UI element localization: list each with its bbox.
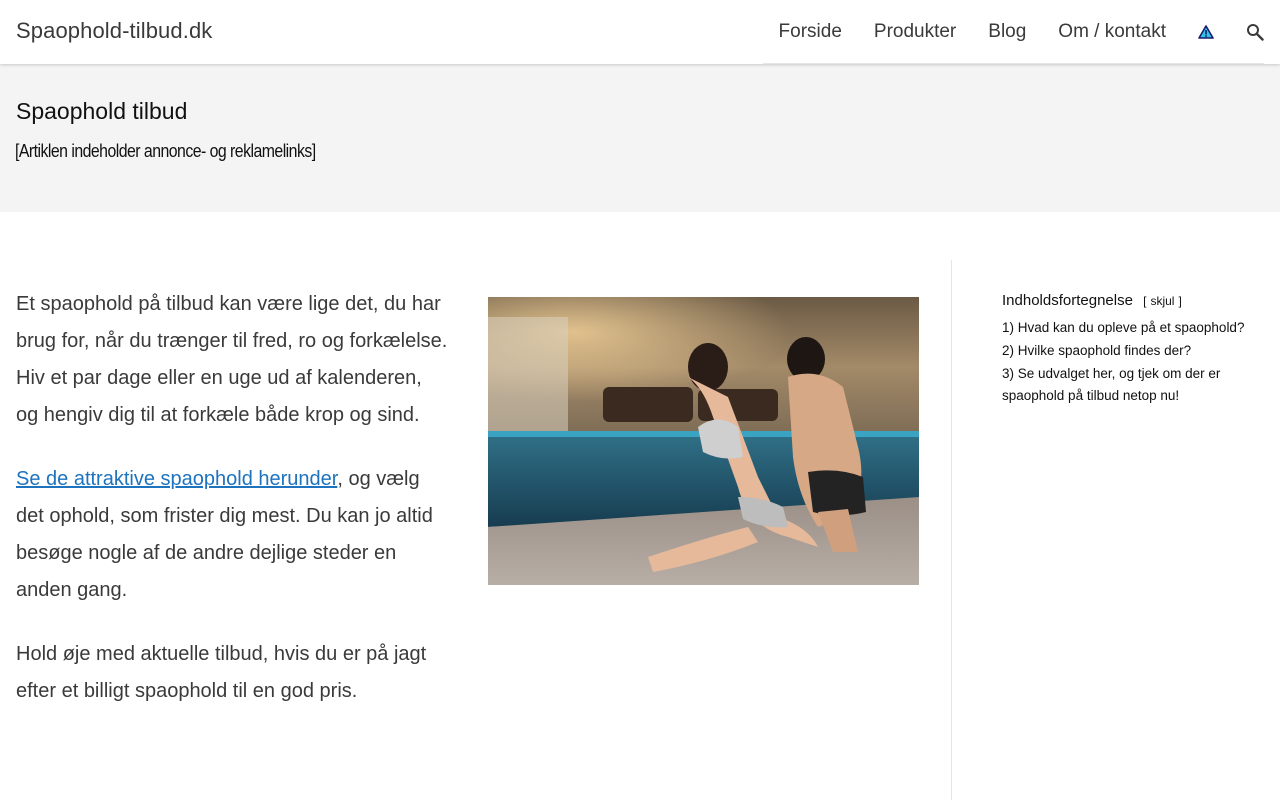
site-title-link[interactable]: Spaophold-tilbud.dk [16, 18, 212, 44]
toc-link-2[interactable]: 2) Hvilke spaophold findes der? [1002, 343, 1191, 358]
toc-item: 1) Hvad kan du opleve på et spaophold? [1002, 317, 1252, 339]
toc-item-text: Hvilke spaophold findes der? [1017, 343, 1192, 358]
toc-list: 1) Hvad kan du opleve på et spaophold? 2… [1002, 317, 1252, 407]
nav-item-produkter[interactable]: Produkter [858, 0, 972, 63]
spa-couple-photo [488, 297, 919, 585]
article-body: Et spaophold på tilbud kan være lige det… [16, 286, 448, 737]
site-header: Spaophold-tilbud.dk Forside Produkter Bl… [0, 0, 1280, 64]
nav-item-om-kontakt[interactable]: Om / kontakt [1042, 0, 1182, 63]
page-hero: Spaophold tilbud [Artiklen indeholder an… [0, 64, 1280, 212]
nav-item-blog[interactable]: Blog [972, 0, 1042, 63]
nav-item-forside[interactable]: Forside [763, 0, 858, 63]
toc-item-number: 3) [1002, 366, 1015, 381]
toc-item-text: Se udvalget her, og tjek om der er spaop… [1002, 366, 1221, 403]
see-offers-link[interactable]: Se de attraktive spaophold herunder [16, 468, 337, 490]
sidebar-divider [951, 260, 952, 800]
toc-link-3[interactable]: 3) Se udvalget her, og tjek om der er sp… [1002, 366, 1220, 403]
toc-toggle-close-bracket: ] [1178, 294, 1182, 308]
deals-paragraph: Hold øje med aktuelle tilbud, hvis du er… [16, 643, 427, 702]
toc-item: 2) Hvilke spaophold findes der? [1002, 340, 1252, 362]
toc-item-number: 2) [1002, 343, 1015, 358]
offers-paragraph: Se de attraktive spaophold herunder, og … [16, 461, 448, 609]
toc-toggle: [skjul] [1143, 294, 1182, 308]
toc-link-1[interactable]: 1) Hvad kan du opleve på et spaophold? [1002, 320, 1244, 335]
page-title: Spaophold tilbud [16, 98, 188, 124]
toc-title: Indholdsfortegnelse [1002, 292, 1133, 309]
intro-paragraph: Et spaophold på tilbud kan være lige det… [16, 293, 448, 426]
toc-item: 3) Se udvalget her, og tjek om der er sp… [1002, 363, 1252, 407]
table-of-contents: Indholdsfortegnelse [skjul] 1) Hvad kan … [1002, 292, 1252, 408]
main-nav: Forside Produkter Blog Om / kontakt [762, 0, 1264, 64]
toc-item-number: 1) [1002, 320, 1015, 335]
warning-triangle-icon[interactable] [1182, 0, 1230, 63]
toc-header: Indholdsfortegnelse [skjul] [1002, 292, 1252, 309]
toc-item-text: Hvad kan du opleve på et spaophold? [1017, 320, 1245, 335]
toc-hide-button[interactable]: skjul [1146, 294, 1178, 308]
ad-disclaimer: [Artiklen indeholder annonce- og reklame… [15, 141, 316, 161]
search-icon[interactable] [1230, 0, 1264, 63]
